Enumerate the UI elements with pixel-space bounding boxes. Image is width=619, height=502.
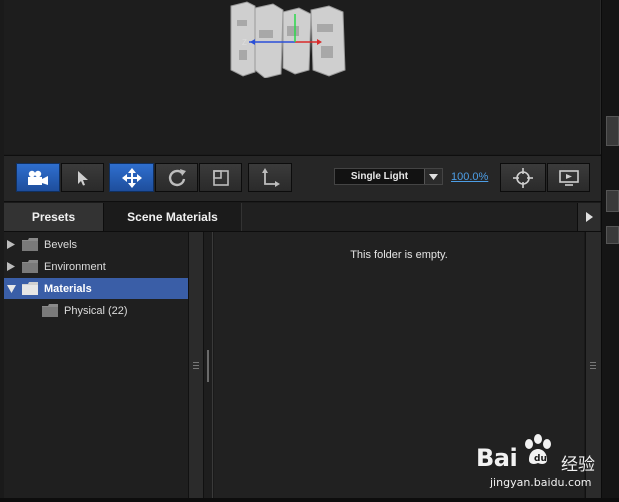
svg-text:Z: Z <box>242 38 247 47</box>
divider-handle[interactable] <box>207 350 209 382</box>
tab-presets[interactable]: Presets <box>4 203 104 231</box>
chevron-right-icon <box>585 212 593 222</box>
dock-tab[interactable] <box>606 190 619 212</box>
folder-icon <box>42 304 58 317</box>
extruded-text-model[interactable]: Z <box>225 0 351 78</box>
select-tool-button[interactable] <box>61 163 104 192</box>
tree-item-materials[interactable]: Materials <box>4 278 188 299</box>
dock-tab[interactable] <box>606 226 619 244</box>
rotate-icon <box>168 168 186 186</box>
baidu-paw-logo-icon: du <box>525 434 551 464</box>
folder-icon <box>22 238 38 251</box>
rotate-tool-button[interactable] <box>155 163 198 192</box>
move-tool-button[interactable] <box>109 163 154 192</box>
tree-item-label: Environment <box>44 260 106 273</box>
axis-tool-button[interactable] <box>248 163 292 192</box>
move-arrows-icon <box>121 167 142 188</box>
axis-icon <box>262 167 280 187</box>
render-view-tool-button[interactable] <box>547 163 590 192</box>
tree-item-environment[interactable]: Environment <box>4 256 188 277</box>
collapse-arrow-icon[interactable] <box>4 284 18 293</box>
tree-item-label: Bevels <box>44 238 78 251</box>
expand-panel-button[interactable] <box>577 203 600 231</box>
lighting-mode-select[interactable]: Single Light <box>334 168 443 185</box>
scale-tool-button[interactable] <box>199 163 242 192</box>
splitter-grip <box>193 362 199 363</box>
splitter-grip <box>193 368 199 369</box>
pane-divider[interactable] <box>204 232 213 498</box>
monitor-icon <box>558 169 579 186</box>
scale-box-icon <box>212 169 229 186</box>
splitter-grip <box>590 368 596 369</box>
watermark-brand: Bai <box>476 444 518 472</box>
watermark-url: jingyan.baidu.com <box>490 476 592 489</box>
crosshair-icon <box>513 167 533 188</box>
zoom-level-link[interactable]: 100.0% <box>451 171 488 183</box>
splitter-grip <box>590 362 596 363</box>
right-dock-strip <box>601 0 619 502</box>
camera-tool-button[interactable] <box>16 163 60 192</box>
tree-splitter[interactable] <box>188 232 204 498</box>
expand-arrow-icon[interactable] <box>4 240 18 249</box>
dock-tab[interactable] <box>606 116 619 146</box>
open-folder-icon <box>22 282 38 295</box>
splitter-grip <box>590 365 596 366</box>
cursor-arrow-icon <box>77 170 88 185</box>
expand-arrow-icon[interactable] <box>4 262 18 271</box>
tree-item-bevels[interactable]: Bevels <box>4 234 188 255</box>
watermark-cn-text: 经验 <box>561 455 595 475</box>
folder-icon <box>22 260 38 273</box>
video-camera-icon <box>28 170 48 185</box>
bottom-border <box>0 498 619 502</box>
lighting-mode-value: Single Light <box>350 171 409 182</box>
target-tool-button[interactable] <box>500 163 546 192</box>
splitter-grip <box>193 365 199 366</box>
tree-item-label: Physical (22) <box>64 304 128 317</box>
tree-item-physical[interactable]: Physical (22) <box>4 300 188 321</box>
tab-scene-materials[interactable]: Scene Materials <box>104 203 242 231</box>
svg-text:du: du <box>534 454 547 464</box>
empty-folder-message: This folder is empty. <box>350 249 448 261</box>
chevron-down-icon[interactable] <box>424 169 442 184</box>
tree-item-label: Materials <box>44 282 92 295</box>
